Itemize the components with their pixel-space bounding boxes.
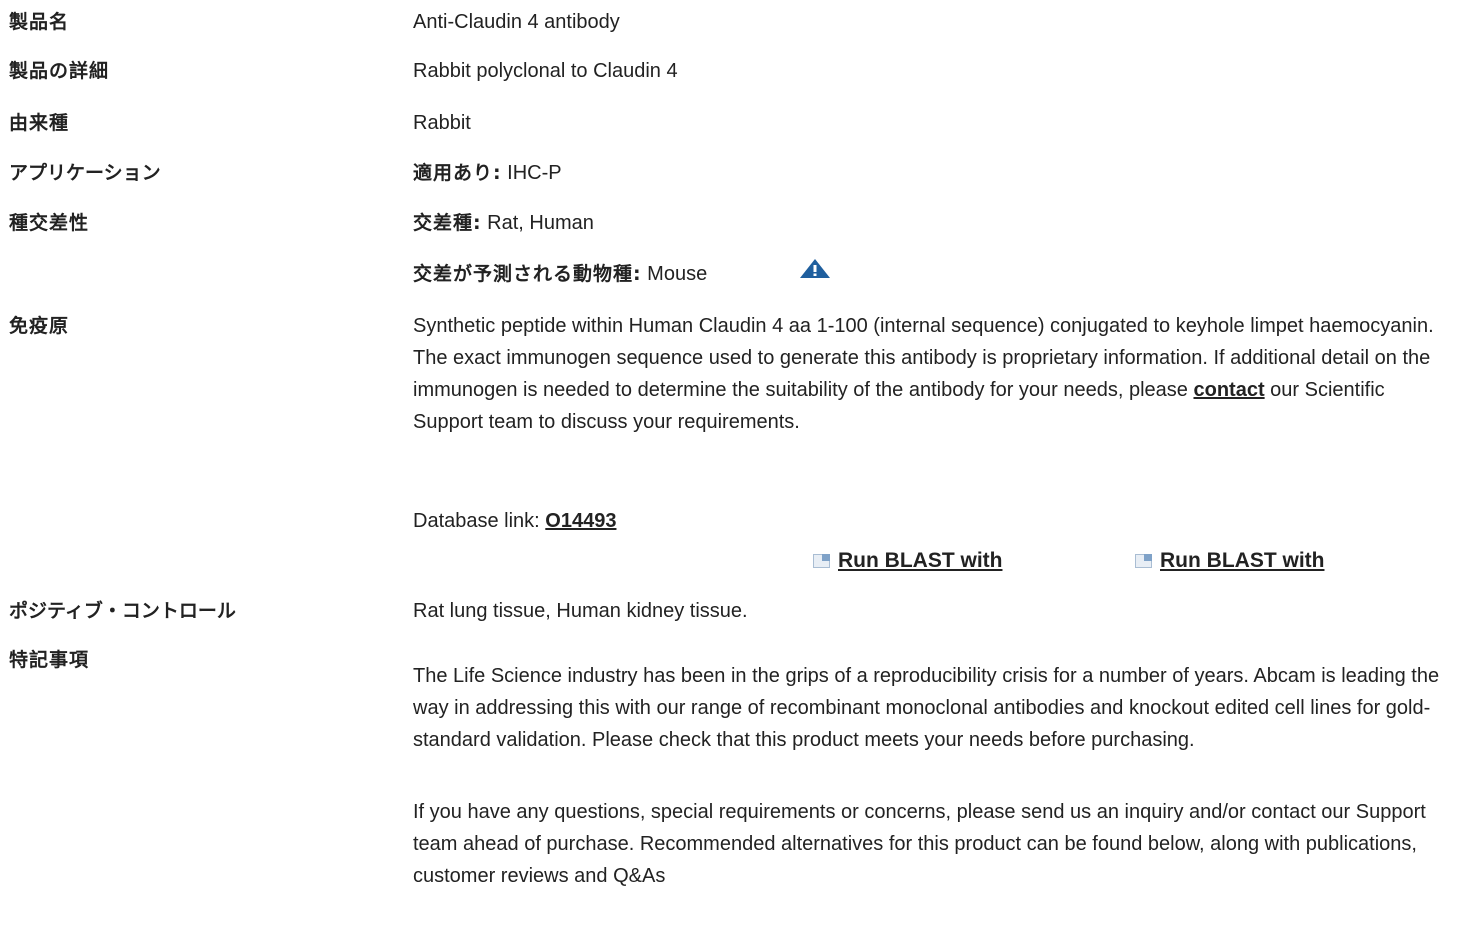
- value-applications: 適用あり: IHC-P: [413, 161, 562, 185]
- label-host: 由来種: [9, 112, 70, 134]
- value-host: Rabbit: [413, 112, 471, 134]
- warning-triangle-icon[interactable]: [796, 258, 834, 280]
- notes-paragraph-2: If you have any questions, special requi…: [413, 801, 1426, 887]
- label-product-details: 製品の詳細: [9, 60, 110, 82]
- value-product-details: Rabbit polyclonal to Claudin 4: [413, 60, 678, 82]
- database-link-line: Database link: O14493: [413, 509, 616, 533]
- contact-link[interactable]: contact: [1193, 379, 1264, 401]
- immunogen-text: Synthetic peptide within Human Claudin 4…: [413, 310, 1448, 438]
- external-link-icon: [813, 554, 830, 568]
- label-immunogen: 免疫原: [9, 315, 70, 337]
- notes-paragraph-1: The Life Science industry has been in th…: [413, 665, 1440, 751]
- predicted-prefix: 交差が予測される動物種:: [413, 263, 642, 285]
- run-blast-button-2[interactable]: Run BLAST with: [1135, 549, 1324, 573]
- label-applications: アプリケーション: [9, 162, 161, 184]
- value-predicted-reactivity: 交差が予測される動物種: Mouse: [413, 262, 707, 286]
- applications-value: IHC-P: [501, 162, 562, 184]
- predicted-value: Mouse: [641, 263, 708, 285]
- label-reactivity: 種交差性: [9, 212, 90, 234]
- reactivity-prefix: 交差種:: [413, 212, 482, 234]
- run-blast-label-2: Run BLAST with: [1160, 549, 1325, 572]
- database-link-o14493[interactable]: O14493: [545, 510, 616, 532]
- run-blast-label-1: Run BLAST with: [838, 549, 1003, 572]
- value-reactivity: 交差種: Rat, Human: [413, 211, 594, 235]
- external-link-icon: [1135, 554, 1152, 568]
- reactivity-value: Rat, Human: [481, 212, 594, 234]
- value-positive-control: Rat lung tissue, Human kidney tissue.: [413, 600, 748, 622]
- database-link-label: Database link:: [413, 510, 546, 532]
- label-product-name: 製品名: [9, 11, 70, 33]
- label-positive-control: ポジティブ・コントロール: [9, 600, 236, 622]
- run-blast-button-1[interactable]: Run BLAST with: [813, 549, 1002, 573]
- label-notes: 特記事項: [9, 649, 90, 671]
- value-product-name: Anti-Claudin 4 antibody: [413, 11, 620, 33]
- applications-prefix: 適用あり:: [413, 162, 502, 184]
